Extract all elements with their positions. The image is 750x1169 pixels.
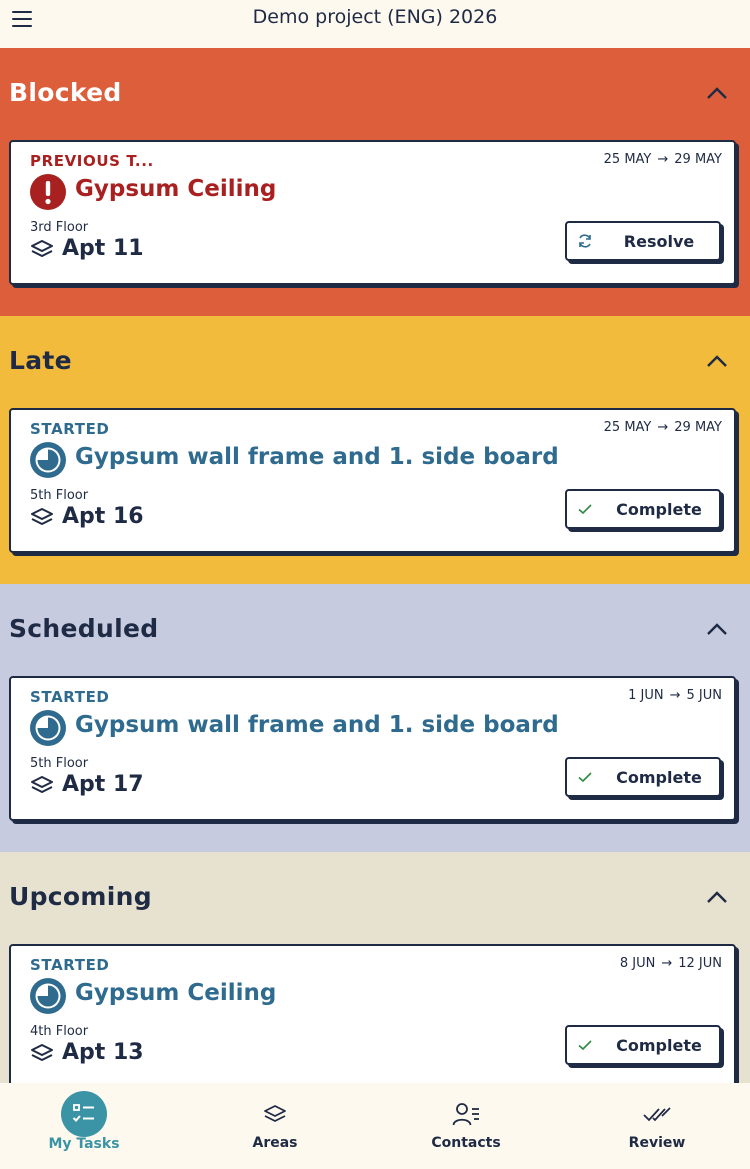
nav-label: My Tasks	[48, 1136, 120, 1152]
task-status: STARTED	[30, 420, 110, 438]
end-date: 29 MAY	[674, 152, 722, 167]
layers-icon	[31, 240, 53, 257]
task-status: STARTED	[30, 688, 110, 706]
section-scheduled: Scheduled STARTED 1 JUN → 5 JUN Gypsum wal…	[0, 584, 750, 852]
project-title: Demo project (ENG) 2026	[252, 6, 498, 28]
layers-icon	[31, 1044, 53, 1061]
clock-progress-icon	[30, 710, 66, 746]
task-dates: 8 JUN → 12 JUN	[620, 956, 722, 971]
resolve-button[interactable]: Resolve	[565, 221, 721, 261]
end-date: 12 JUN	[678, 956, 722, 971]
complete-button[interactable]: Complete	[565, 489, 721, 529]
arrow-icon: →	[669, 688, 681, 703]
start-date: 25 MAY	[603, 152, 652, 167]
floor-label: 3rd Floor	[30, 220, 89, 235]
complete-button[interactable]: Complete	[565, 757, 721, 797]
nav-label: Review	[628, 1135, 686, 1151]
chevron-up-icon[interactable]	[706, 86, 728, 100]
bottom-nav: My Tasks Areas Contacts Review	[0, 1083, 750, 1169]
button-label: Complete	[616, 500, 702, 519]
task-dates: 1 JUN → 5 JUN	[628, 688, 722, 703]
end-date: 5 JUN	[686, 688, 722, 703]
start-date: 25 MAY	[603, 420, 652, 435]
top-bar: Demo project (ENG) 2026	[0, 0, 750, 48]
section-title: Upcoming	[9, 882, 152, 911]
apartment-name: Apt 17	[62, 772, 144, 797]
layers-icon	[264, 1105, 286, 1122]
task-name: Gypsum Ceiling	[75, 980, 277, 1006]
section-upcoming: Upcoming STARTED 8 JUN → 12 JUN Gypsum Cei…	[0, 852, 750, 1083]
arrow-icon: →	[657, 420, 669, 435]
button-label: Complete	[616, 768, 702, 787]
floor-label: 5th Floor	[30, 488, 89, 503]
section-title: Scheduled	[9, 614, 159, 643]
apartment-name: Apt 16	[62, 504, 144, 529]
chevron-up-icon[interactable]	[706, 890, 728, 904]
task-dates: 25 MAY → 29 MAY	[604, 152, 722, 167]
clock-progress-icon	[30, 978, 66, 1014]
refresh-icon	[579, 234, 591, 248]
chevron-up-icon[interactable]	[706, 622, 728, 636]
task-status: PREVIOUS T...	[30, 152, 154, 170]
double-check-icon	[643, 1107, 671, 1122]
button-label: Resolve	[623, 232, 695, 251]
apartment-name: Apt 11	[62, 236, 144, 261]
apartment-name: Apt 13	[62, 1040, 144, 1065]
complete-button[interactable]: Complete	[565, 1025, 721, 1065]
nav-areas[interactable]: Areas	[200, 1083, 350, 1169]
checkmark-icon	[578, 504, 592, 515]
task-list-icon	[61, 1091, 107, 1137]
end-date: 29 MAY	[674, 420, 722, 435]
contacts-icon	[452, 1103, 479, 1126]
task-card[interactable]: STARTED 1 JUN → 5 JUN Gypsum wall frame an…	[9, 676, 736, 821]
checkmark-icon	[578, 772, 592, 783]
task-dates: 25 MAY → 29 MAY	[604, 420, 722, 435]
button-label: Complete	[616, 1036, 702, 1055]
section-late: Late STARTED 25 MAY → 29 MAY Gypsum wall f…	[0, 316, 750, 584]
arrow-icon: →	[657, 152, 669, 167]
nav-contacts[interactable]: Contacts	[391, 1083, 541, 1169]
section-title: Late	[9, 346, 72, 375]
nav-label: Areas	[252, 1135, 298, 1151]
layers-icon	[31, 508, 53, 525]
arrow-icon: →	[661, 956, 673, 971]
chevron-up-icon[interactable]	[706, 354, 728, 368]
exclamation-circle-icon	[30, 174, 66, 210]
task-name: Gypsum Ceiling	[75, 176, 277, 202]
floor-label: 5th Floor	[30, 756, 89, 771]
nav-label: Contacts	[431, 1135, 501, 1151]
nav-my-tasks[interactable]: My Tasks	[9, 1083, 159, 1169]
checkmark-icon	[578, 1040, 592, 1051]
task-name: Gypsum wall frame and 1. side board	[75, 712, 559, 738]
task-status: STARTED	[30, 956, 110, 974]
section-title: Blocked	[9, 78, 122, 107]
task-card[interactable]: STARTED 8 JUN → 12 JUN Gypsum Ceiling 4th …	[9, 944, 736, 1083]
start-date: 1 JUN	[628, 688, 664, 703]
layers-icon	[31, 776, 53, 793]
clock-progress-icon	[30, 442, 66, 478]
section-blocked: Blocked PREVIOUS T... 25 MAY → 29 MAY Gyps…	[0, 48, 750, 316]
task-name: Gypsum wall frame and 1. side board	[75, 444, 559, 470]
nav-review[interactable]: Review	[582, 1083, 732, 1169]
start-date: 8 JUN	[619, 956, 656, 971]
task-card[interactable]: PREVIOUS T... 25 MAY → 29 MAY Gypsum Ceili…	[9, 140, 736, 285]
floor-label: 4th Floor	[30, 1024, 89, 1039]
task-card[interactable]: STARTED 25 MAY → 29 MAY Gypsum wall frame …	[9, 408, 736, 553]
